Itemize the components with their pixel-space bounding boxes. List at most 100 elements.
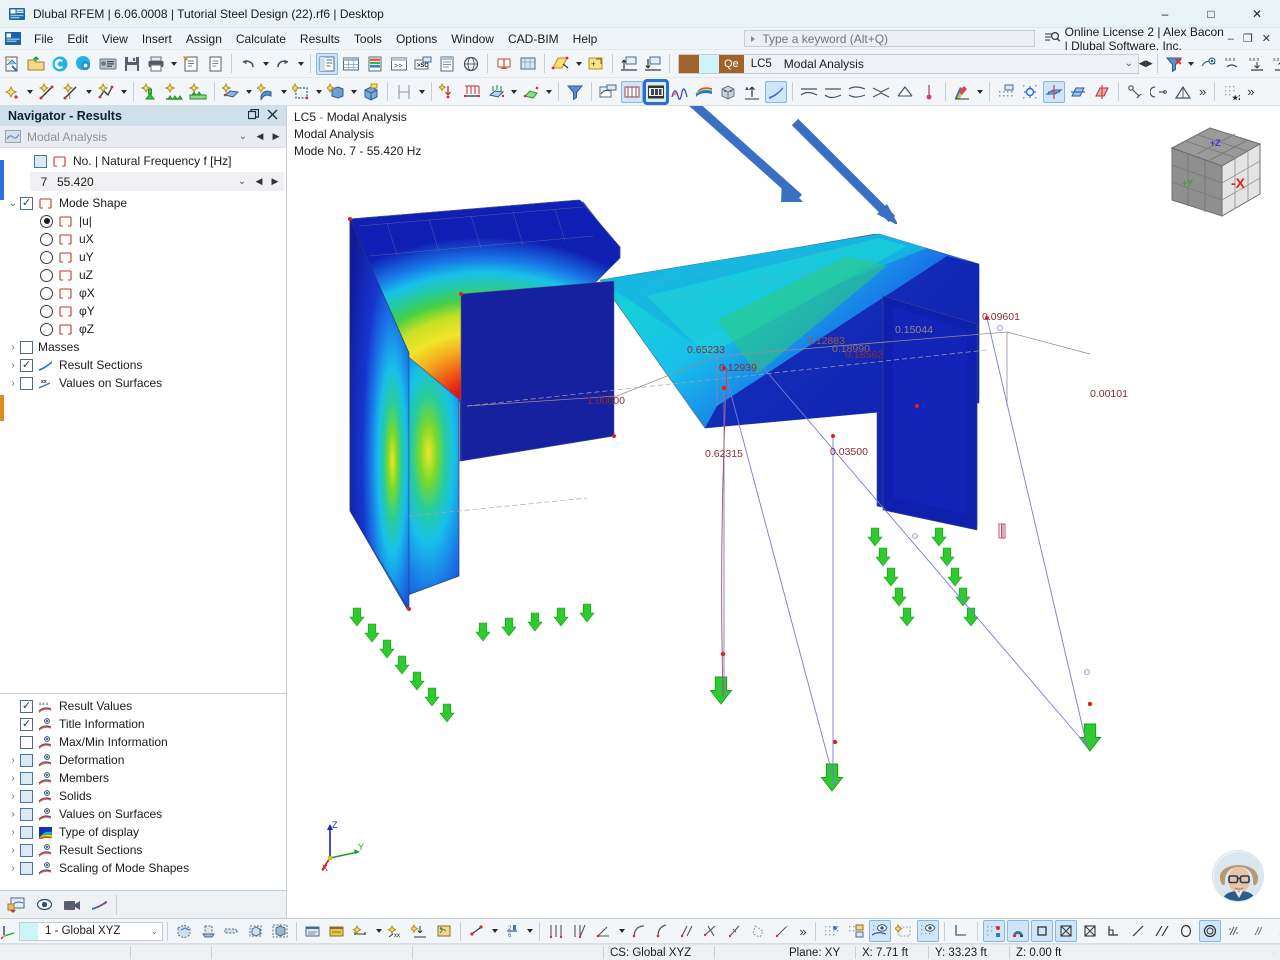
deform-mode-5-button[interactable] xyxy=(894,81,916,103)
cloud-model-button[interactable] xyxy=(49,53,71,75)
render-colors-button[interactable] xyxy=(951,81,973,103)
snap-node-button[interactable] xyxy=(466,920,488,942)
crossed-square-button[interactable] xyxy=(1054,920,1077,942)
keyword-search-box[interactable] xyxy=(744,30,1035,47)
surface-load-button[interactable] xyxy=(485,81,507,103)
dimension-button[interactable] xyxy=(393,81,415,103)
new-report-button[interactable] xyxy=(204,53,226,75)
undo-button[interactable] xyxy=(237,53,259,75)
hatch-snap-2-button[interactable] xyxy=(1247,920,1269,942)
color-spectrum-button[interactable] xyxy=(693,81,715,103)
result-values-toggle-button[interactable]: x.x x xyxy=(1222,53,1244,75)
snap-perpendicular-button[interactable] xyxy=(1172,81,1194,103)
filter-dropdown-caret[interactable] xyxy=(1186,53,1197,75)
show-numbering-button[interactable]: xx xyxy=(385,920,407,942)
table-panel-button[interactable] xyxy=(340,53,362,75)
deformation-checkbox[interactable] xyxy=(20,753,33,767)
printout-report-button[interactable] xyxy=(180,53,202,75)
magnet-snap-button[interactable] xyxy=(1006,920,1029,942)
tree-item-scaling-of-mode-shapes[interactable]: › Scaling of Mode Shapes xyxy=(0,859,286,877)
masses-expander-icon[interactable]: › xyxy=(6,342,20,353)
lc-next-button[interactable]: ▶ xyxy=(1146,54,1153,74)
cloud-settings-button[interactable] xyxy=(73,53,95,75)
result-values-checkbox[interactable] xyxy=(20,699,33,713)
mdi-close-button[interactable]: ✕ xyxy=(1262,32,1271,45)
snap-node-caret[interactable] xyxy=(489,920,500,942)
hatch-snap-3-button[interactable] xyxy=(1271,920,1280,942)
result-curve-button[interactable] xyxy=(669,81,691,103)
solids-expander-icon[interactable]: › xyxy=(6,791,20,802)
menu-item-insert[interactable]: Insert xyxy=(135,30,179,48)
values-surfaces-expander-icon[interactable]: › xyxy=(6,378,20,389)
model-info-button[interactable] xyxy=(97,53,119,75)
deformation-expander-icon[interactable]: › xyxy=(6,755,20,766)
deform-mode-1-button[interactable] xyxy=(798,81,820,103)
tree-item-phiy[interactable]: φY xyxy=(0,302,286,320)
navigator-result-section-icon[interactable] xyxy=(86,893,114,917)
mdi-restore-button[interactable]: ❐ xyxy=(1243,32,1253,45)
values-surfaces-checkbox[interactable] xyxy=(20,376,33,390)
show-results-button[interactable] xyxy=(564,81,586,103)
toolbar2-overflow-2-button[interactable]: » xyxy=(1243,84,1258,99)
menu-item-results[interactable]: Results xyxy=(293,30,347,48)
maximize-button[interactable]: □ xyxy=(1188,0,1234,28)
menu-item-view[interactable]: View xyxy=(95,30,135,48)
tree-item-type-of-display[interactable]: › Type of display xyxy=(0,823,286,841)
u-abs-radio[interactable] xyxy=(40,214,53,228)
navigator-panel-button[interactable] xyxy=(316,52,338,75)
combination-wizard-button[interactable] xyxy=(517,53,539,75)
load-case-up-button[interactable] xyxy=(618,53,640,75)
uy-radio[interactable] xyxy=(40,250,53,264)
navigator-combo-prev-button[interactable]: ◀ xyxy=(252,127,268,147)
free-load-button[interactable] xyxy=(520,81,542,103)
result-sections-expander-icon[interactable]: › xyxy=(6,360,20,371)
new-solid-button[interactable] xyxy=(255,81,277,103)
angle-mode-button[interactable] xyxy=(569,920,591,942)
tree-item-deformation[interactable]: › Deformation xyxy=(0,751,286,769)
frequency-chevron-down-icon[interactable]: ⌄ xyxy=(233,176,251,187)
phix-radio[interactable] xyxy=(40,286,53,300)
scaling-expander-icon[interactable]: › xyxy=(6,863,20,874)
render-dropdown-caret[interactable] xyxy=(974,81,985,103)
workplane-button[interactable]: ★2 xyxy=(1220,81,1242,103)
nodal-load-button[interactable] xyxy=(437,81,459,103)
volume-dropdown-caret[interactable] xyxy=(348,81,359,103)
tree-item-result-sections[interactable]: › Result Sections xyxy=(0,841,286,859)
show-dimensions-button[interactable] xyxy=(350,920,372,942)
resize-grip[interactable] xyxy=(1266,945,1280,960)
tree-item-ux[interactable]: uX xyxy=(0,230,286,248)
plane-xz-button[interactable] xyxy=(1067,81,1089,103)
user-avatar[interactable] xyxy=(1212,850,1264,902)
undo-dropdown-caret[interactable] xyxy=(260,53,271,75)
bottom-overflow-1-button[interactable]: » xyxy=(795,924,810,939)
menu-item-window[interactable]: Window xyxy=(444,30,501,48)
model-viewport[interactable]: LC5 - Modal Analysis Modal Analysis Mode… xyxy=(287,106,1280,918)
show-deformed-button[interactable] xyxy=(550,53,572,75)
coordinate-system-combo[interactable]: 1 - Global XYZ ⌄ xyxy=(19,921,164,941)
menu-item-calculate[interactable]: Calculate xyxy=(229,30,293,48)
script-console-button[interactable]: >SC xyxy=(412,53,434,75)
load-case-down-button[interactable] xyxy=(642,53,664,75)
new-model-button[interactable] xyxy=(1,53,23,75)
polyline-dropdown-caret[interactable] xyxy=(118,81,129,103)
show-local-axes-button[interactable] xyxy=(433,920,455,942)
navigator-model-icon[interactable] xyxy=(2,893,30,917)
values-surfaces-expander-icon-2[interactable]: › xyxy=(6,809,20,820)
tree-item-values-on-surfaces-top[interactable]: › xx Values on Surfaces xyxy=(0,374,286,392)
title-information-checkbox[interactable] xyxy=(20,717,33,731)
support-globe-button[interactable] xyxy=(460,53,482,75)
menu-item-assign[interactable]: Assign xyxy=(179,30,229,48)
deform-mode-3-button[interactable] xyxy=(846,81,868,103)
mode-shape-checkbox[interactable] xyxy=(20,196,33,210)
ortho-mode-button[interactable] xyxy=(545,920,567,942)
surface-load-caret[interactable] xyxy=(508,81,519,103)
lc-prev-button[interactable]: ◀ xyxy=(1139,54,1146,74)
navigator-undock-icon[interactable] xyxy=(247,108,260,123)
deform-mode-2-button[interactable] xyxy=(822,81,844,103)
print-button[interactable] xyxy=(145,53,167,75)
result-section-view-button[interactable] xyxy=(621,80,643,103)
navigator-analysis-combo[interactable]: Modal Analysis ⌄ ◀ ▶ xyxy=(0,126,286,148)
result-sections-checkbox[interactable] xyxy=(20,358,33,372)
select-by-type-button[interactable] xyxy=(197,920,219,942)
new-surface-support-button[interactable] xyxy=(187,81,209,103)
